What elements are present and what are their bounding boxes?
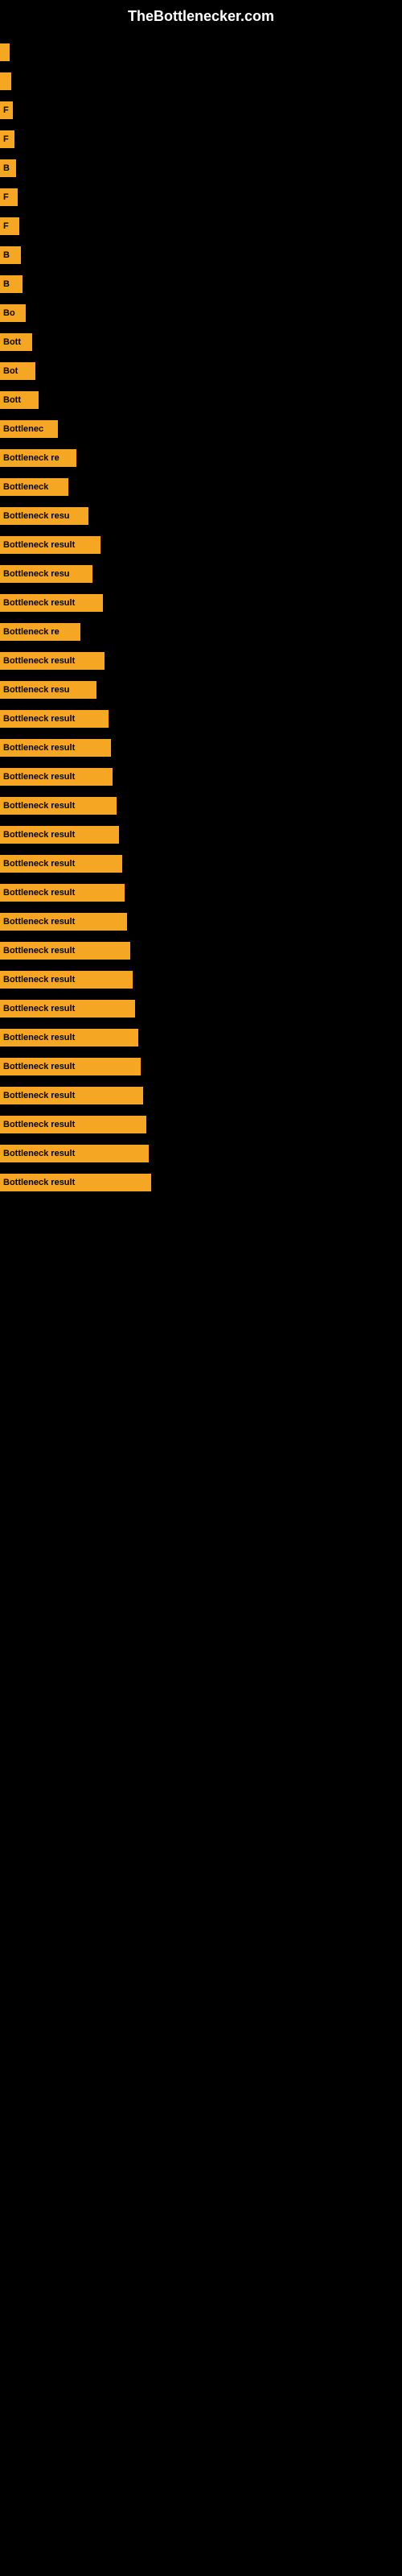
bar-row: Bottleneck result bbox=[0, 881, 402, 904]
bar-row bbox=[0, 70, 402, 93]
bar-35: Bottleneck result bbox=[0, 1058, 141, 1075]
bar-row: Bottleneck result bbox=[0, 1055, 402, 1078]
bar-4: B bbox=[0, 159, 16, 177]
bar-25: Bottleneck result bbox=[0, 768, 113, 786]
bar-row: Bottleneck result bbox=[0, 852, 402, 875]
site-title: TheBottlenecker.com bbox=[0, 0, 402, 29]
bar-17: Bottleneck result bbox=[0, 536, 100, 554]
bar-row: Bottleneck result bbox=[0, 650, 402, 672]
bar-row: Bottleneck result bbox=[0, 737, 402, 759]
bar-row: Bottleneck result bbox=[0, 592, 402, 614]
bar-row: Bo bbox=[0, 302, 402, 324]
bar-20: Bottleneck re bbox=[0, 623, 80, 641]
bar-33: Bottleneck result bbox=[0, 1000, 135, 1018]
bar-row: Bottleneck result bbox=[0, 1142, 402, 1165]
bars-container: FFBFFBBBoBottBotBottBottlenecBottleneck … bbox=[0, 29, 402, 1200]
bar-row bbox=[0, 41, 402, 64]
bar-row: F bbox=[0, 99, 402, 122]
bar-row: Bottleneck re bbox=[0, 621, 402, 643]
bar-row: Bottleneck resu bbox=[0, 563, 402, 585]
bar-row: Bottleneck result bbox=[0, 824, 402, 846]
bar-37: Bottleneck result bbox=[0, 1116, 146, 1133]
bar-row: Bot bbox=[0, 360, 402, 382]
bar-10: Bott bbox=[0, 333, 32, 351]
bar-row: B bbox=[0, 273, 402, 295]
bar-8: B bbox=[0, 275, 23, 293]
bar-7: B bbox=[0, 246, 21, 264]
bar-23: Bottleneck result bbox=[0, 710, 109, 728]
bar-32: Bottleneck result bbox=[0, 971, 133, 989]
bar-16: Bottleneck resu bbox=[0, 507, 88, 525]
bar-14: Bottleneck re bbox=[0, 449, 76, 467]
bar-row: Bottleneck result bbox=[0, 1084, 402, 1107]
bar-2: F bbox=[0, 101, 13, 119]
bar-31: Bottleneck result bbox=[0, 942, 130, 960]
bar-12: Bott bbox=[0, 391, 39, 409]
bar-row: F bbox=[0, 186, 402, 208]
bar-row: Bottleneck result bbox=[0, 968, 402, 991]
bar-38: Bottleneck result bbox=[0, 1145, 149, 1162]
bar-21: Bottleneck result bbox=[0, 652, 105, 670]
bar-0 bbox=[0, 43, 10, 61]
bar-row: Bottleneck bbox=[0, 476, 402, 498]
bar-row: F bbox=[0, 215, 402, 237]
bar-13: Bottlenec bbox=[0, 420, 58, 438]
bar-15: Bottleneck bbox=[0, 478, 68, 496]
bar-row: Bottleneck result bbox=[0, 1113, 402, 1136]
bar-row: Bottleneck resu bbox=[0, 505, 402, 527]
bar-row: Bottleneck resu bbox=[0, 679, 402, 701]
bar-row: Bott bbox=[0, 331, 402, 353]
bar-row: Bottleneck re bbox=[0, 447, 402, 469]
bar-3: F bbox=[0, 130, 14, 148]
bar-1 bbox=[0, 72, 11, 90]
bar-row: Bottleneck result bbox=[0, 997, 402, 1020]
bar-row: Bottleneck result bbox=[0, 534, 402, 556]
bar-29: Bottleneck result bbox=[0, 884, 125, 902]
bar-18: Bottleneck resu bbox=[0, 565, 92, 583]
bar-28: Bottleneck result bbox=[0, 855, 122, 873]
bar-row: Bottleneck result bbox=[0, 766, 402, 788]
bar-5: F bbox=[0, 188, 18, 206]
bar-19: Bottleneck result bbox=[0, 594, 103, 612]
bar-row: B bbox=[0, 157, 402, 180]
bar-36: Bottleneck result bbox=[0, 1087, 143, 1104]
bar-row: Bottlenec bbox=[0, 418, 402, 440]
bar-27: Bottleneck result bbox=[0, 826, 119, 844]
bar-39: Bottleneck result bbox=[0, 1174, 151, 1191]
bar-9: Bo bbox=[0, 304, 26, 322]
bar-row: F bbox=[0, 128, 402, 151]
bar-row: Bottleneck result bbox=[0, 1026, 402, 1049]
bar-11: Bot bbox=[0, 362, 35, 380]
bar-24: Bottleneck result bbox=[0, 739, 111, 757]
bar-30: Bottleneck result bbox=[0, 913, 127, 931]
bar-row: Bott bbox=[0, 389, 402, 411]
bar-22: Bottleneck resu bbox=[0, 681, 96, 699]
bar-6: F bbox=[0, 217, 19, 235]
bar-row: Bottleneck result bbox=[0, 708, 402, 730]
bar-row: Bottleneck result bbox=[0, 1171, 402, 1194]
bar-row: Bottleneck result bbox=[0, 939, 402, 962]
bar-26: Bottleneck result bbox=[0, 797, 117, 815]
bar-row: Bottleneck result bbox=[0, 910, 402, 933]
bar-row: Bottleneck result bbox=[0, 795, 402, 817]
bar-34: Bottleneck result bbox=[0, 1029, 138, 1046]
bar-row: B bbox=[0, 244, 402, 266]
